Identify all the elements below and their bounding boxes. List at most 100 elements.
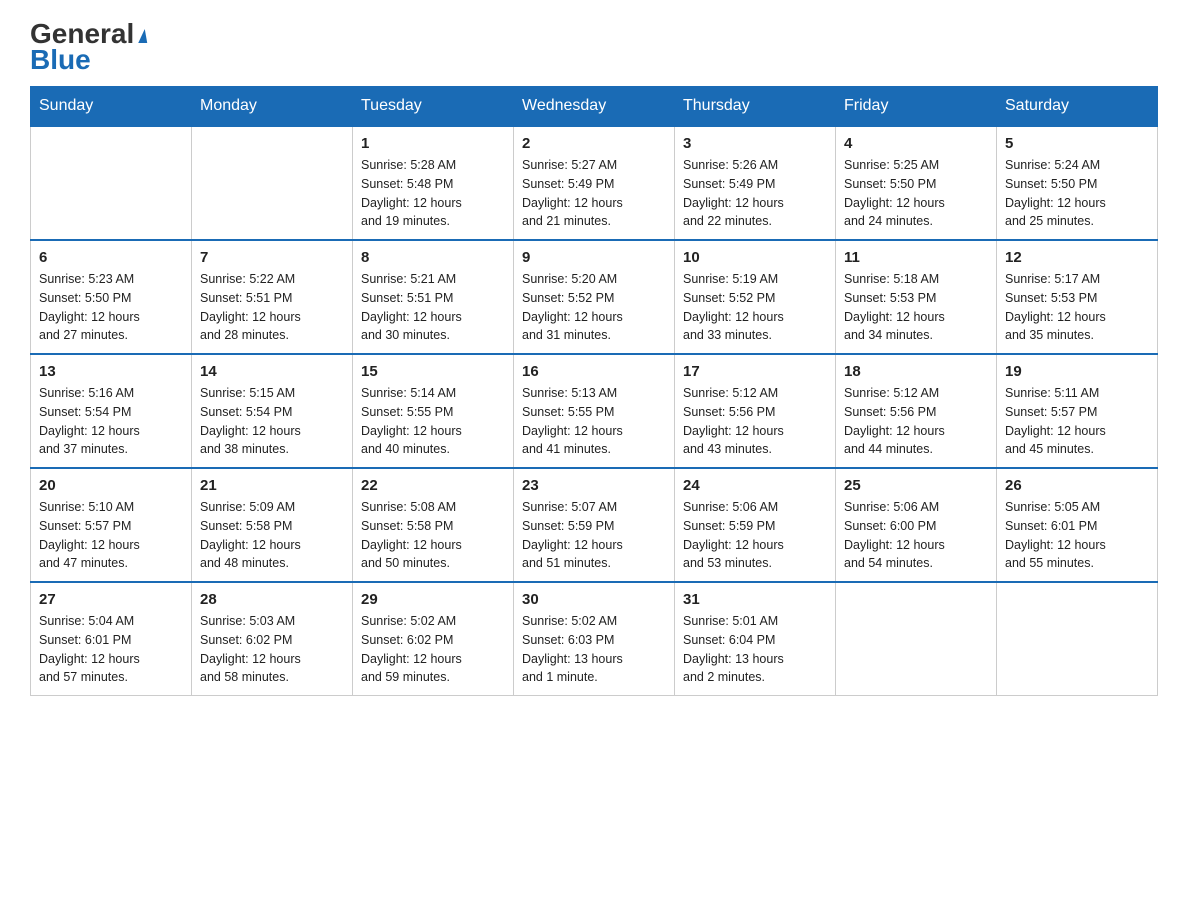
calendar-table: SundayMondayTuesdayWednesdayThursdayFrid… (30, 86, 1158, 696)
day-number: 26 (1005, 477, 1149, 494)
day-number: 25 (844, 477, 988, 494)
day-info: Sunrise: 5:08 AMSunset: 5:58 PMDaylight:… (361, 498, 505, 573)
day-info: Sunrise: 5:11 AMSunset: 5:57 PMDaylight:… (1005, 384, 1149, 459)
calendar-cell: 3 Sunrise: 5:26 AMSunset: 5:49 PMDaylight… (675, 126, 836, 240)
day-info: Sunrise: 5:07 AMSunset: 5:59 PMDaylight:… (522, 498, 666, 573)
calendar-cell: 30 Sunrise: 5:02 AMSunset: 6:03 PMDayligh… (514, 582, 675, 696)
day-info: Sunrise: 5:15 AMSunset: 5:54 PMDaylight:… (200, 384, 344, 459)
day-info: Sunrise: 5:10 AMSunset: 5:57 PMDaylight:… (39, 498, 183, 573)
day-info: Sunrise: 5:12 AMSunset: 5:56 PMDaylight:… (683, 384, 827, 459)
day-number: 16 (522, 363, 666, 380)
day-info: Sunrise: 5:05 AMSunset: 6:01 PMDaylight:… (1005, 498, 1149, 573)
day-info: Sunrise: 5:28 AMSunset: 5:48 PMDaylight:… (361, 156, 505, 231)
calendar-cell: 6 Sunrise: 5:23 AMSunset: 5:50 PMDaylight… (31, 240, 192, 354)
calendar-cell: 8 Sunrise: 5:21 AMSunset: 5:51 PMDaylight… (353, 240, 514, 354)
day-number: 11 (844, 249, 988, 266)
day-info: Sunrise: 5:18 AMSunset: 5:53 PMDaylight:… (844, 270, 988, 345)
day-number: 9 (522, 249, 666, 266)
calendar-cell (31, 126, 192, 240)
day-info: Sunrise: 5:06 AMSunset: 5:59 PMDaylight:… (683, 498, 827, 573)
day-number: 17 (683, 363, 827, 380)
page-header: General Blue (30, 20, 1158, 76)
day-info: Sunrise: 5:13 AMSunset: 5:55 PMDaylight:… (522, 384, 666, 459)
calendar-cell: 14 Sunrise: 5:15 AMSunset: 5:54 PMDayligh… (192, 354, 353, 468)
day-number: 1 (361, 135, 505, 152)
day-info: Sunrise: 5:09 AMSunset: 5:58 PMDaylight:… (200, 498, 344, 573)
day-number: 12 (1005, 249, 1149, 266)
calendar-cell: 22 Sunrise: 5:08 AMSunset: 5:58 PMDayligh… (353, 468, 514, 582)
day-number: 3 (683, 135, 827, 152)
day-info: Sunrise: 5:25 AMSunset: 5:50 PMDaylight:… (844, 156, 988, 231)
day-info: Sunrise: 5:04 AMSunset: 6:01 PMDaylight:… (39, 612, 183, 687)
calendar-cell: 4 Sunrise: 5:25 AMSunset: 5:50 PMDaylight… (836, 126, 997, 240)
header-wednesday: Wednesday (514, 87, 675, 127)
day-info: Sunrise: 5:22 AMSunset: 5:51 PMDaylight:… (200, 270, 344, 345)
day-info: Sunrise: 5:02 AMSunset: 6:02 PMDaylight:… (361, 612, 505, 687)
day-number: 4 (844, 135, 988, 152)
calendar-cell: 17 Sunrise: 5:12 AMSunset: 5:56 PMDayligh… (675, 354, 836, 468)
header-thursday: Thursday (675, 87, 836, 127)
calendar-cell: 27 Sunrise: 5:04 AMSunset: 6:01 PMDayligh… (31, 582, 192, 696)
day-number: 23 (522, 477, 666, 494)
calendar-week-row: 27 Sunrise: 5:04 AMSunset: 6:01 PMDayligh… (31, 582, 1158, 696)
day-info: Sunrise: 5:03 AMSunset: 6:02 PMDaylight:… (200, 612, 344, 687)
calendar-cell (836, 582, 997, 696)
header-monday: Monday (192, 87, 353, 127)
calendar-week-row: 20 Sunrise: 5:10 AMSunset: 5:57 PMDayligh… (31, 468, 1158, 582)
day-number: 14 (200, 363, 344, 380)
day-number: 6 (39, 249, 183, 266)
day-number: 2 (522, 135, 666, 152)
day-info: Sunrise: 5:20 AMSunset: 5:52 PMDaylight:… (522, 270, 666, 345)
day-number: 19 (1005, 363, 1149, 380)
day-info: Sunrise: 5:06 AMSunset: 6:00 PMDaylight:… (844, 498, 988, 573)
calendar-header-row: SundayMondayTuesdayWednesdayThursdayFrid… (31, 87, 1158, 127)
calendar-cell: 31 Sunrise: 5:01 AMSunset: 6:04 PMDayligh… (675, 582, 836, 696)
day-info: Sunrise: 5:02 AMSunset: 6:03 PMDaylight:… (522, 612, 666, 687)
logo-blue-text: Blue (30, 44, 91, 76)
day-info: Sunrise: 5:21 AMSunset: 5:51 PMDaylight:… (361, 270, 505, 345)
header-tuesday: Tuesday (353, 87, 514, 127)
day-info: Sunrise: 5:17 AMSunset: 5:53 PMDaylight:… (1005, 270, 1149, 345)
calendar-cell: 15Sunrise: 5:14 AMSunset: 5:55 PMDayligh… (353, 354, 514, 468)
day-number: 8 (361, 249, 505, 266)
day-number: 7 (200, 249, 344, 266)
calendar-cell: 25 Sunrise: 5:06 AMSunset: 6:00 PMDayligh… (836, 468, 997, 582)
calendar-cell: 5Sunrise: 5:24 AMSunset: 5:50 PMDaylight… (997, 126, 1158, 240)
day-number: 30 (522, 591, 666, 608)
day-number: 10 (683, 249, 827, 266)
header-sunday: Sunday (31, 87, 192, 127)
day-number: 24 (683, 477, 827, 494)
day-info: Sunrise: 5:27 AMSunset: 5:49 PMDaylight:… (522, 156, 666, 231)
day-info: Sunrise: 5:19 AMSunset: 5:52 PMDaylight:… (683, 270, 827, 345)
calendar-cell (192, 126, 353, 240)
day-info: Sunrise: 5:01 AMSunset: 6:04 PMDaylight:… (683, 612, 827, 687)
calendar-cell: 29Sunrise: 5:02 AMSunset: 6:02 PMDayligh… (353, 582, 514, 696)
day-info: Sunrise: 5:12 AMSunset: 5:56 PMDaylight:… (844, 384, 988, 459)
day-number: 20 (39, 477, 183, 494)
day-number: 27 (39, 591, 183, 608)
day-number: 21 (200, 477, 344, 494)
calendar-cell: 23 Sunrise: 5:07 AMSunset: 5:59 PMDayligh… (514, 468, 675, 582)
day-number: 28 (200, 591, 344, 608)
day-info: Sunrise: 5:24 AMSunset: 5:50 PMDaylight:… (1005, 156, 1149, 231)
calendar-cell: 24 Sunrise: 5:06 AMSunset: 5:59 PMDayligh… (675, 468, 836, 582)
calendar-cell: 19 Sunrise: 5:11 AMSunset: 5:57 PMDayligh… (997, 354, 1158, 468)
day-info: Sunrise: 5:23 AMSunset: 5:50 PMDaylight:… (39, 270, 183, 345)
day-info: Sunrise: 5:16 AMSunset: 5:54 PMDaylight:… (39, 384, 183, 459)
day-number: 22 (361, 477, 505, 494)
calendar-cell: 7 Sunrise: 5:22 AMSunset: 5:51 PMDaylight… (192, 240, 353, 354)
header-friday: Friday (836, 87, 997, 127)
calendar-cell: 21 Sunrise: 5:09 AMSunset: 5:58 PMDayligh… (192, 468, 353, 582)
calendar-cell: 11 Sunrise: 5:18 AMSunset: 5:53 PMDayligh… (836, 240, 997, 354)
logo: General Blue (30, 20, 146, 76)
calendar-cell: 28 Sunrise: 5:03 AMSunset: 6:02 PMDayligh… (192, 582, 353, 696)
day-number: 31 (683, 591, 827, 608)
calendar-cell (997, 582, 1158, 696)
day-info: Sunrise: 5:26 AMSunset: 5:49 PMDaylight:… (683, 156, 827, 231)
calendar-cell: 12 Sunrise: 5:17 AMSunset: 5:53 PMDayligh… (997, 240, 1158, 354)
calendar-cell: 20 Sunrise: 5:10 AMSunset: 5:57 PMDayligh… (31, 468, 192, 582)
calendar-cell: 13 Sunrise: 5:16 AMSunset: 5:54 PMDayligh… (31, 354, 192, 468)
day-number: 13 (39, 363, 183, 380)
calendar-cell: 18Sunrise: 5:12 AMSunset: 5:56 PMDayligh… (836, 354, 997, 468)
calendar-cell: 10 Sunrise: 5:19 AMSunset: 5:52 PMDayligh… (675, 240, 836, 354)
